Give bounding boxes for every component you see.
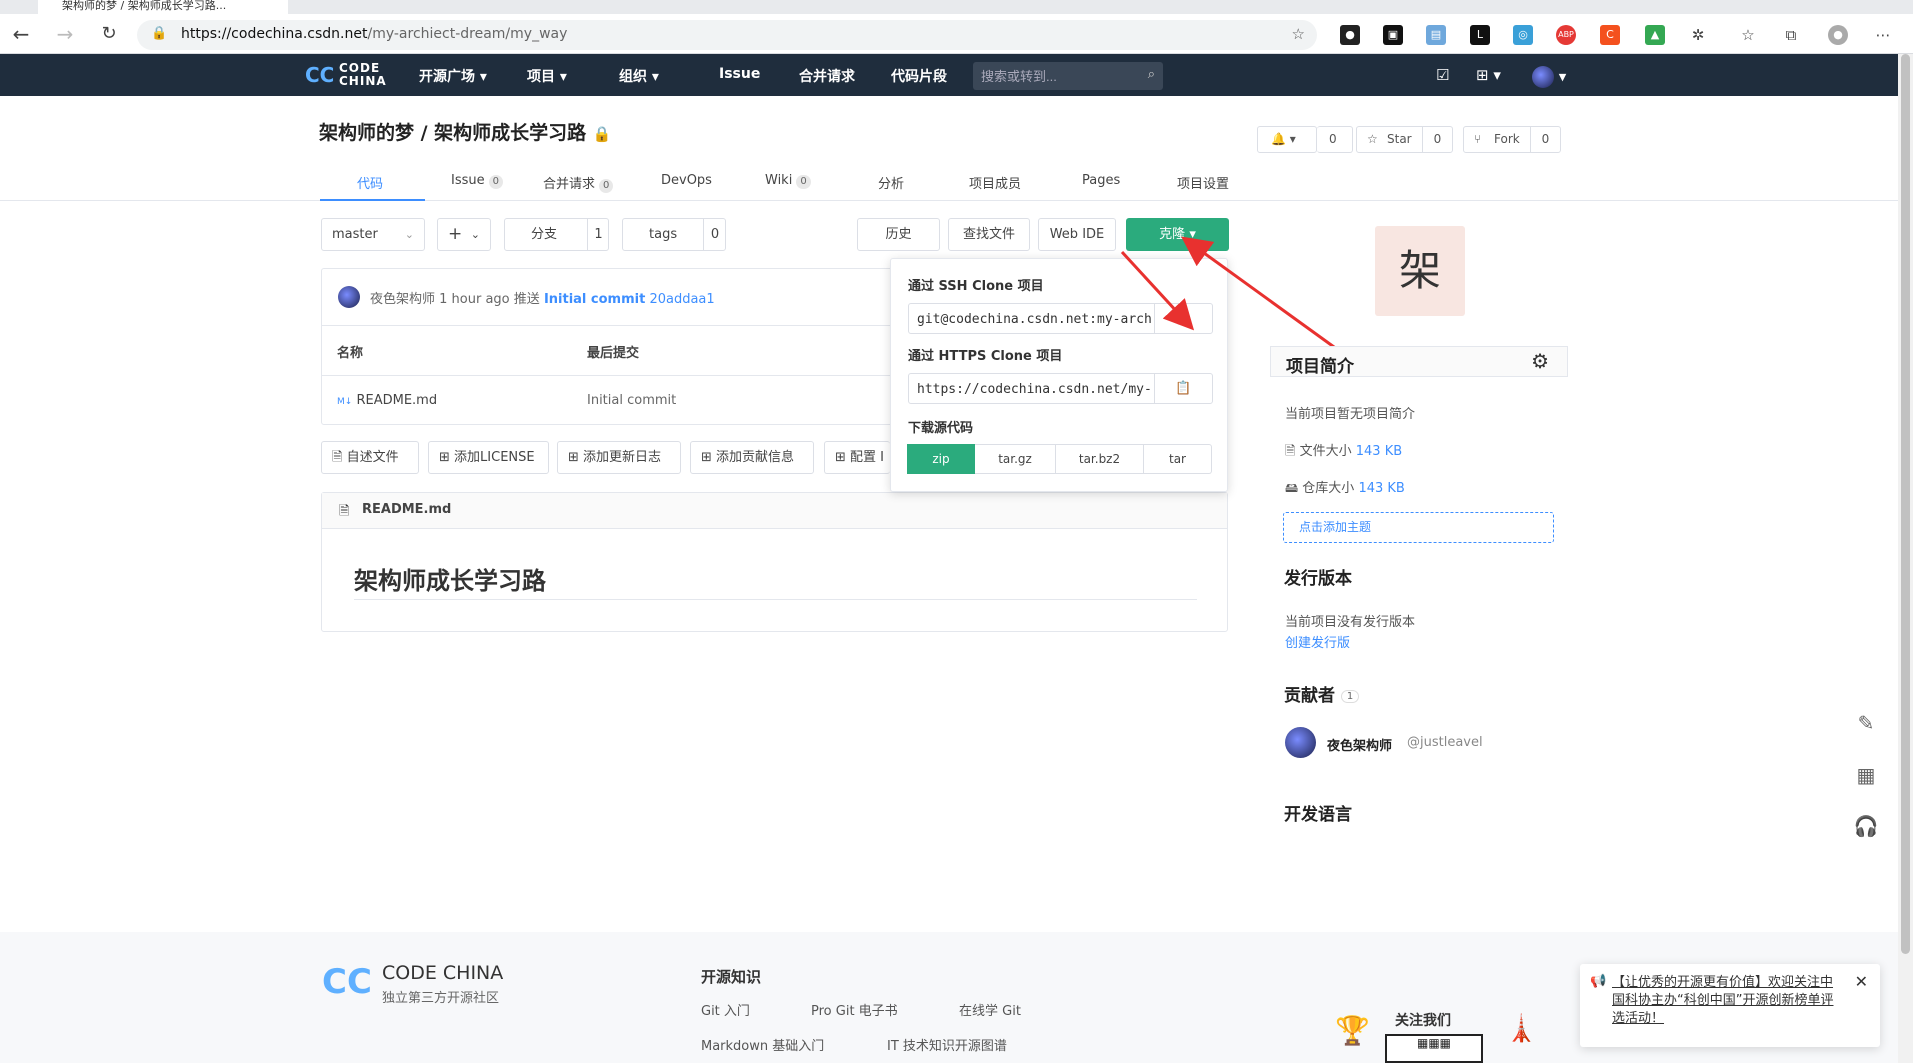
qr-code-image: ▦▦▦: [1385, 1034, 1483, 1063]
contributor-handle: @justleavel: [1407, 735, 1483, 750]
footer-link-git[interactable]: Git 入门: [701, 1000, 750, 1019]
contributor-name[interactable]: 夜色架构师: [1327, 735, 1392, 754]
contributors-title: 贡献者 1: [1284, 681, 1360, 706]
file-icon: 🗎: [1285, 444, 1296, 459]
file-size: 🗎 文件大小 143 KB: [1285, 444, 1403, 459]
intro-header: 项目简介 ⚙: [1270, 346, 1568, 377]
footer-tagline: 独立第三方开源社区: [382, 991, 500, 1006]
project-avatar: 架: [1375, 226, 1465, 316]
close-icon[interactable]: ✕: [1855, 972, 1868, 991]
intro-empty-text: 当前项目暂无项目简介: [1285, 407, 1416, 422]
qr-code-icon[interactable]: ▦: [1848, 757, 1884, 793]
footer-link-learn-git[interactable]: 在线学 Git: [959, 1000, 1021, 1019]
footer-link-markdown[interactable]: Markdown 基础入门: [701, 1035, 824, 1054]
contributors-count: 1: [1340, 689, 1360, 703]
edit-feedback-icon[interactable]: ✎: [1848, 705, 1884, 741]
release-empty-text: 当前项目没有发行版本: [1285, 615, 1416, 630]
repo-size: 🖴 仓库大小 143 KB: [1285, 481, 1405, 496]
release-title: 发行版本: [1284, 569, 1352, 589]
scrollbar-thumb[interactable]: [1901, 54, 1910, 954]
annotation-arrow-copy: [1120, 250, 1195, 331]
headset-icon[interactable]: 🎧: [1848, 808, 1884, 844]
footer-knowledge-title: 开源知识: [701, 968, 762, 986]
promo-notification: 📢 【让优秀的开源更有价值】欢迎关注中国科协主办“科创中国”开源创新榜单评选活动…: [1580, 964, 1880, 1047]
footer-logo-icon: CC: [322, 962, 372, 1002]
gear-icon[interactable]: ⚙: [1531, 349, 1549, 373]
intro-title: 项目简介: [1286, 357, 1354, 377]
annotation-arrows: [1120, 236, 1371, 375]
footer-illustration-right: 🗼: [1505, 1014, 1538, 1044]
create-release-link[interactable]: 创建发行版: [1285, 632, 1350, 651]
contributor-avatar[interactable]: [1285, 727, 1316, 758]
footer-follow-title: 关注我们: [1395, 1013, 1451, 1029]
footer-link-progit[interactable]: Pro Git 电子书: [811, 1000, 898, 1019]
page-scrollbar[interactable]: [1898, 54, 1913, 1063]
megaphone-icon: 📢: [1590, 974, 1607, 989]
language-title: 开发语言: [1284, 805, 1352, 825]
promo-link[interactable]: 【让优秀的开源更有价值】欢迎关注中国科协主办“科创中国”开源创新榜单评选活动！: [1612, 974, 1842, 1028]
footer-brand: CODE CHINA: [382, 962, 504, 984]
footer-link-it-graph[interactable]: IT 技术知识开源图谱: [887, 1035, 1007, 1054]
disk-icon: 🖴: [1285, 481, 1299, 496]
add-topic-button[interactable]: 点击添加主题: [1283, 512, 1554, 543]
